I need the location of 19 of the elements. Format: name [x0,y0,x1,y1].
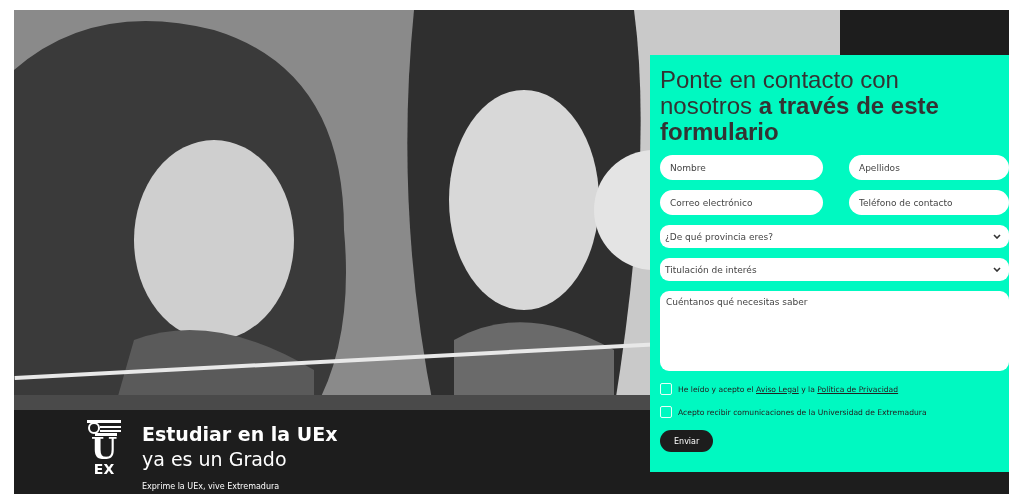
chevron-down-icon [993,234,1001,239]
submit-button[interactable]: Enviar [660,430,714,452]
chevron-down-icon [993,267,1001,272]
hero-title: Estudiar en la UEx [142,422,338,446]
dropdown-field[interactable]: Titulación de interés [660,258,1009,281]
text-field[interactable]: Correo electrónico [660,190,823,215]
text-field[interactable]: Apellidos [849,155,1009,180]
checkbox[interactable] [660,406,672,418]
text-field[interactable]: Teléfono de contacto [849,190,1009,215]
tagline: Exprime la UEx, vive Extremadura [142,482,281,491]
hero-subtitle: ya es un Grado [142,447,288,472]
text-field[interactable]: Nombre [660,155,823,180]
logo-letter: U [90,436,118,462]
checkbox[interactable] [660,383,672,395]
form-heading: Ponte en contacto con nosotros a través de este formulario [660,67,940,145]
message-field[interactable]: Cuéntanos qué necesitas saber [660,291,1009,371]
column-capital-icon [87,420,121,436]
dropdown-field[interactable]: ¿De qué provincia eres? [660,225,1009,248]
logo-letters: EX [93,462,115,477]
